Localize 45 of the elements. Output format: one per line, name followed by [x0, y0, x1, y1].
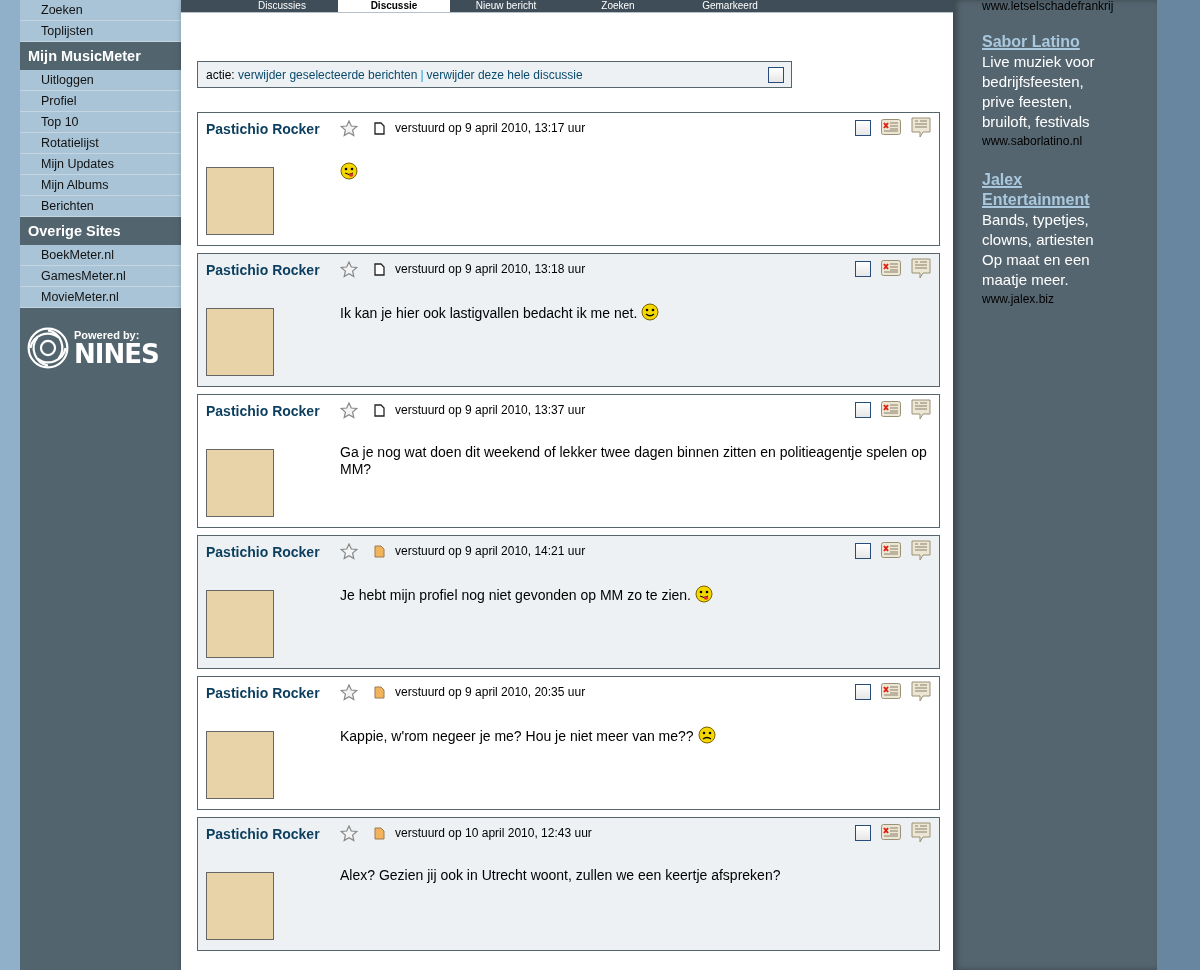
logo-caption: Powered by:: [74, 329, 141, 341]
sidebar-link[interactable]: MovieMeter.nl: [20, 287, 181, 308]
sidebar-link[interactable]: Rotatielijst: [20, 133, 181, 154]
sent-timestamp: verstuurd op 9 april 2010, 20:35 uur: [395, 684, 586, 701]
author-link[interactable]: Pastichio Rocker: [206, 119, 340, 140]
sent-timestamp: verstuurd op 9 april 2010, 13:37 uur: [395, 402, 586, 419]
sidebar-link[interactable]: Uitloggen: [20, 70, 181, 91]
message-text: Je hebt mijn profiel nog niet gevonden op MM zo te zien.: [340, 585, 931, 604]
sidebar-link[interactable]: Mijn Albums: [20, 175, 181, 196]
tab[interactable]: Gemarkeerd: [674, 0, 786, 12]
message-text: Alex? Gezien jij ook in Utrecht woont, zullen we een keertje afspreken?: [340, 867, 782, 884]
author-link[interactable]: Pastichio Rocker: [206, 260, 340, 281]
sidebar-link[interactable]: Berichten: [20, 196, 181, 217]
message-text: Ga je nog wat doen dit weekend of lekker twee dagen binnen zitten en politieagentje spelen op MM?: [340, 444, 928, 478]
ad-url: www.saborlatino.nl: [982, 133, 1084, 150]
tab[interactable]: Nieuw bericht: [450, 0, 562, 12]
tab[interactable]: Discussies: [226, 0, 338, 12]
author-link[interactable]: Pastichio Rocker: [206, 824, 340, 845]
sidebar-link[interactable]: Mijn Updates: [20, 154, 181, 175]
sidebar-link[interactable]: Top 10: [20, 112, 181, 133]
sidebar-link[interactable]: Toplijsten: [20, 21, 181, 42]
sent-timestamp: verstuurd op 9 april 2010, 13:17 uur: [395, 120, 586, 137]
sent-timestamp: verstuurd op 9 april 2010, 13:18 uur: [395, 261, 586, 278]
message-text: Kappie, w'rom negeer je me? Hou je niet meer van me??: [340, 726, 931, 745]
ad-description: Bands, typetjes, clowns, artiesten Op maat en een maatje meer.: [982, 210, 1095, 290]
sent-timestamp: verstuurd op 9 april 2010, 14:21 uur: [395, 543, 586, 560]
action-link[interactable]: verwijder deze hele discussie: [426, 65, 583, 84]
author-link[interactable]: Pastichio Rocker: [206, 401, 340, 422]
tab[interactable]: Discussie: [338, 0, 450, 12]
ad-url: www.letselschadefrankrij: [982, 0, 1115, 12]
sent-timestamp: verstuurd op 10 april 2010, 12:43 uur: [395, 825, 592, 842]
logo-wordmark: NINES: [74, 340, 159, 367]
author-link[interactable]: Pastichio Rocker: [206, 683, 340, 704]
ad-description: Live muziek voor bedrijfsfeesten, prive feesten, bruiloft, festivals: [982, 52, 1096, 132]
sidebar-link[interactable]: GamesMeter.nl: [20, 266, 181, 287]
action-label: actie:: [206, 66, 235, 84]
ad-url: www.jalex.biz: [982, 291, 1056, 308]
action-link[interactable]: verwijder geselecteerde berichten: [238, 65, 418, 84]
sidebar-link[interactable]: Profiel: [20, 91, 181, 112]
sidebar-link[interactable]: Zoeken: [20, 0, 181, 21]
message-text: Ik kan je hier ook lastigvallen bedacht ik me net.: [340, 303, 931, 322]
author-link[interactable]: Pastichio Rocker: [206, 542, 340, 563]
tab[interactable]: Zoeken: [562, 0, 674, 12]
sidebar-link[interactable]: BoekMeter.nl: [20, 245, 181, 266]
link-separator: |: [420, 66, 424, 84]
